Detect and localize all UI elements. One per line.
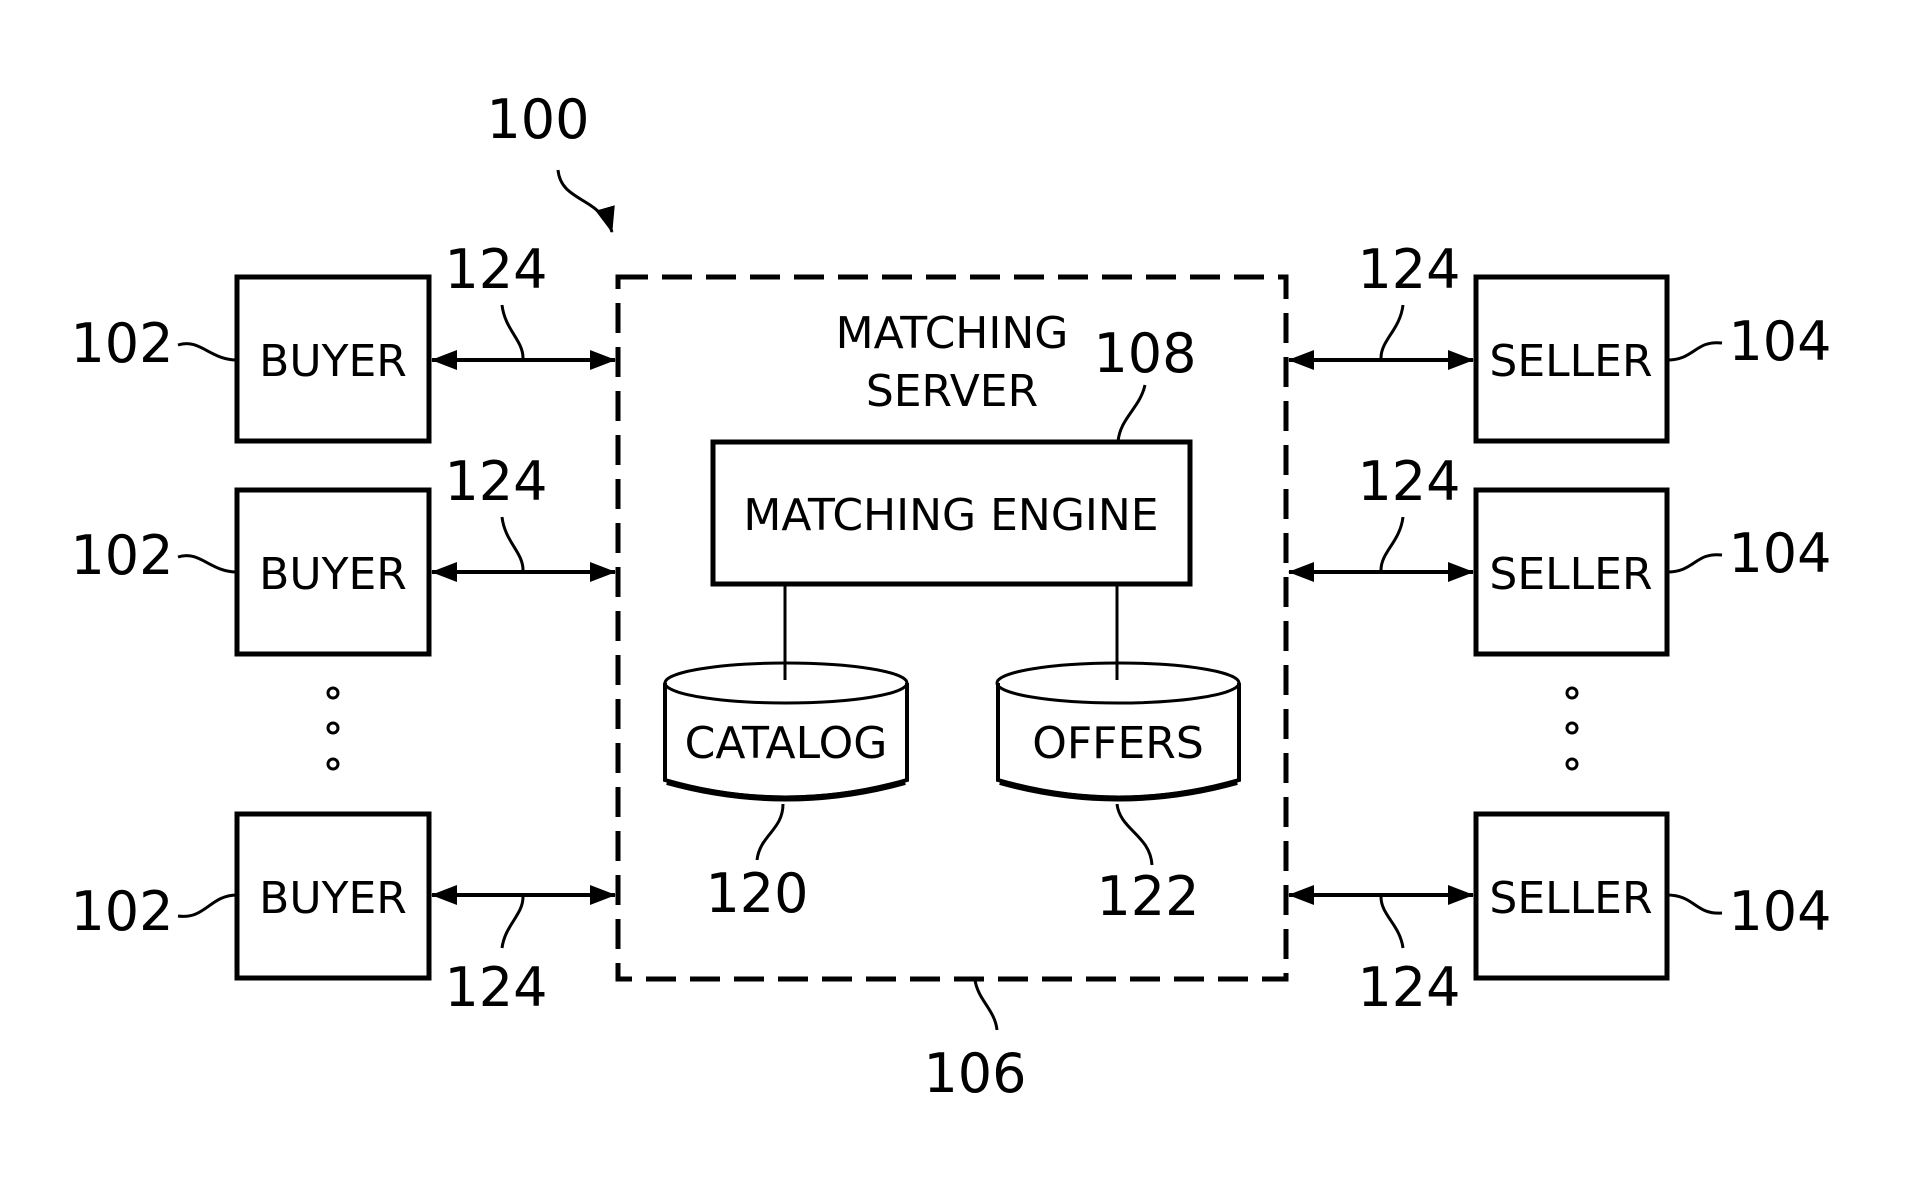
link-ref-label: 124 <box>444 956 547 1019</box>
seller-ref-leader <box>1666 893 1723 915</box>
catalog-ref-leader <box>755 803 785 861</box>
buyer-ref-label: 102 <box>70 312 173 375</box>
seller-link <box>1288 304 1474 370</box>
offers-ref-label: 122 <box>1096 865 1199 928</box>
server-ref-leader <box>973 979 999 1031</box>
buyer-label: BUYER <box>259 873 407 924</box>
buyer-link <box>431 516 616 582</box>
buyer-ref-label: 102 <box>70 880 173 943</box>
seller-ref-label: 104 <box>1728 880 1831 943</box>
server-title-line1: MATCHING <box>836 308 1069 359</box>
buyer-ref-leader <box>177 893 238 918</box>
buyer-ref-leader <box>177 342 238 362</box>
server-ref-label: 106 <box>923 1042 1026 1105</box>
buyer-link <box>431 885 616 949</box>
patent-diagram: 100 MATCHING SERVER 106 MATCHING ENGINE … <box>70 88 1831 1105</box>
catalog-ref-label: 120 <box>705 862 808 925</box>
seller-link <box>1288 516 1474 582</box>
server-title-line2: SERVER <box>866 366 1038 417</box>
link-ref-label: 124 <box>444 450 547 513</box>
buyer-label: BUYER <box>259 549 407 600</box>
seller-ref-leader <box>1666 553 1723 574</box>
seller-ref-leader <box>1666 341 1723 362</box>
buyer-ellipsis <box>326 686 340 771</box>
link-ref-label: 124 <box>444 238 547 301</box>
engine-ref-leader <box>1116 384 1147 443</box>
buyer-label: BUYER <box>259 336 407 387</box>
seller-label: SELLER <box>1489 873 1652 924</box>
seller-label: SELLER <box>1489 336 1652 387</box>
link-ref-label: 124 <box>1357 956 1460 1019</box>
seller-ref-label: 104 <box>1728 310 1831 373</box>
catalog-label: CATALOG <box>685 718 888 769</box>
system-ref-label: 100 <box>486 88 589 151</box>
link-ref-label: 124 <box>1357 238 1460 301</box>
seller-label: SELLER <box>1489 549 1652 600</box>
matching-engine-label: MATCHING ENGINE <box>743 490 1158 541</box>
offers-label: OFFERS <box>1032 718 1204 769</box>
link-ref-label: 124 <box>1357 450 1460 513</box>
system-ref-leader <box>556 169 615 233</box>
seller-link <box>1288 885 1474 949</box>
buyer-link <box>431 304 616 370</box>
offers-ref-leader <box>1115 803 1154 866</box>
engine-ref-label: 108 <box>1093 322 1196 385</box>
seller-ellipsis <box>1565 686 1579 771</box>
buyer-ref-label: 102 <box>70 524 173 587</box>
buyer-ref-leader <box>177 554 238 574</box>
seller-ref-label: 104 <box>1728 522 1831 585</box>
